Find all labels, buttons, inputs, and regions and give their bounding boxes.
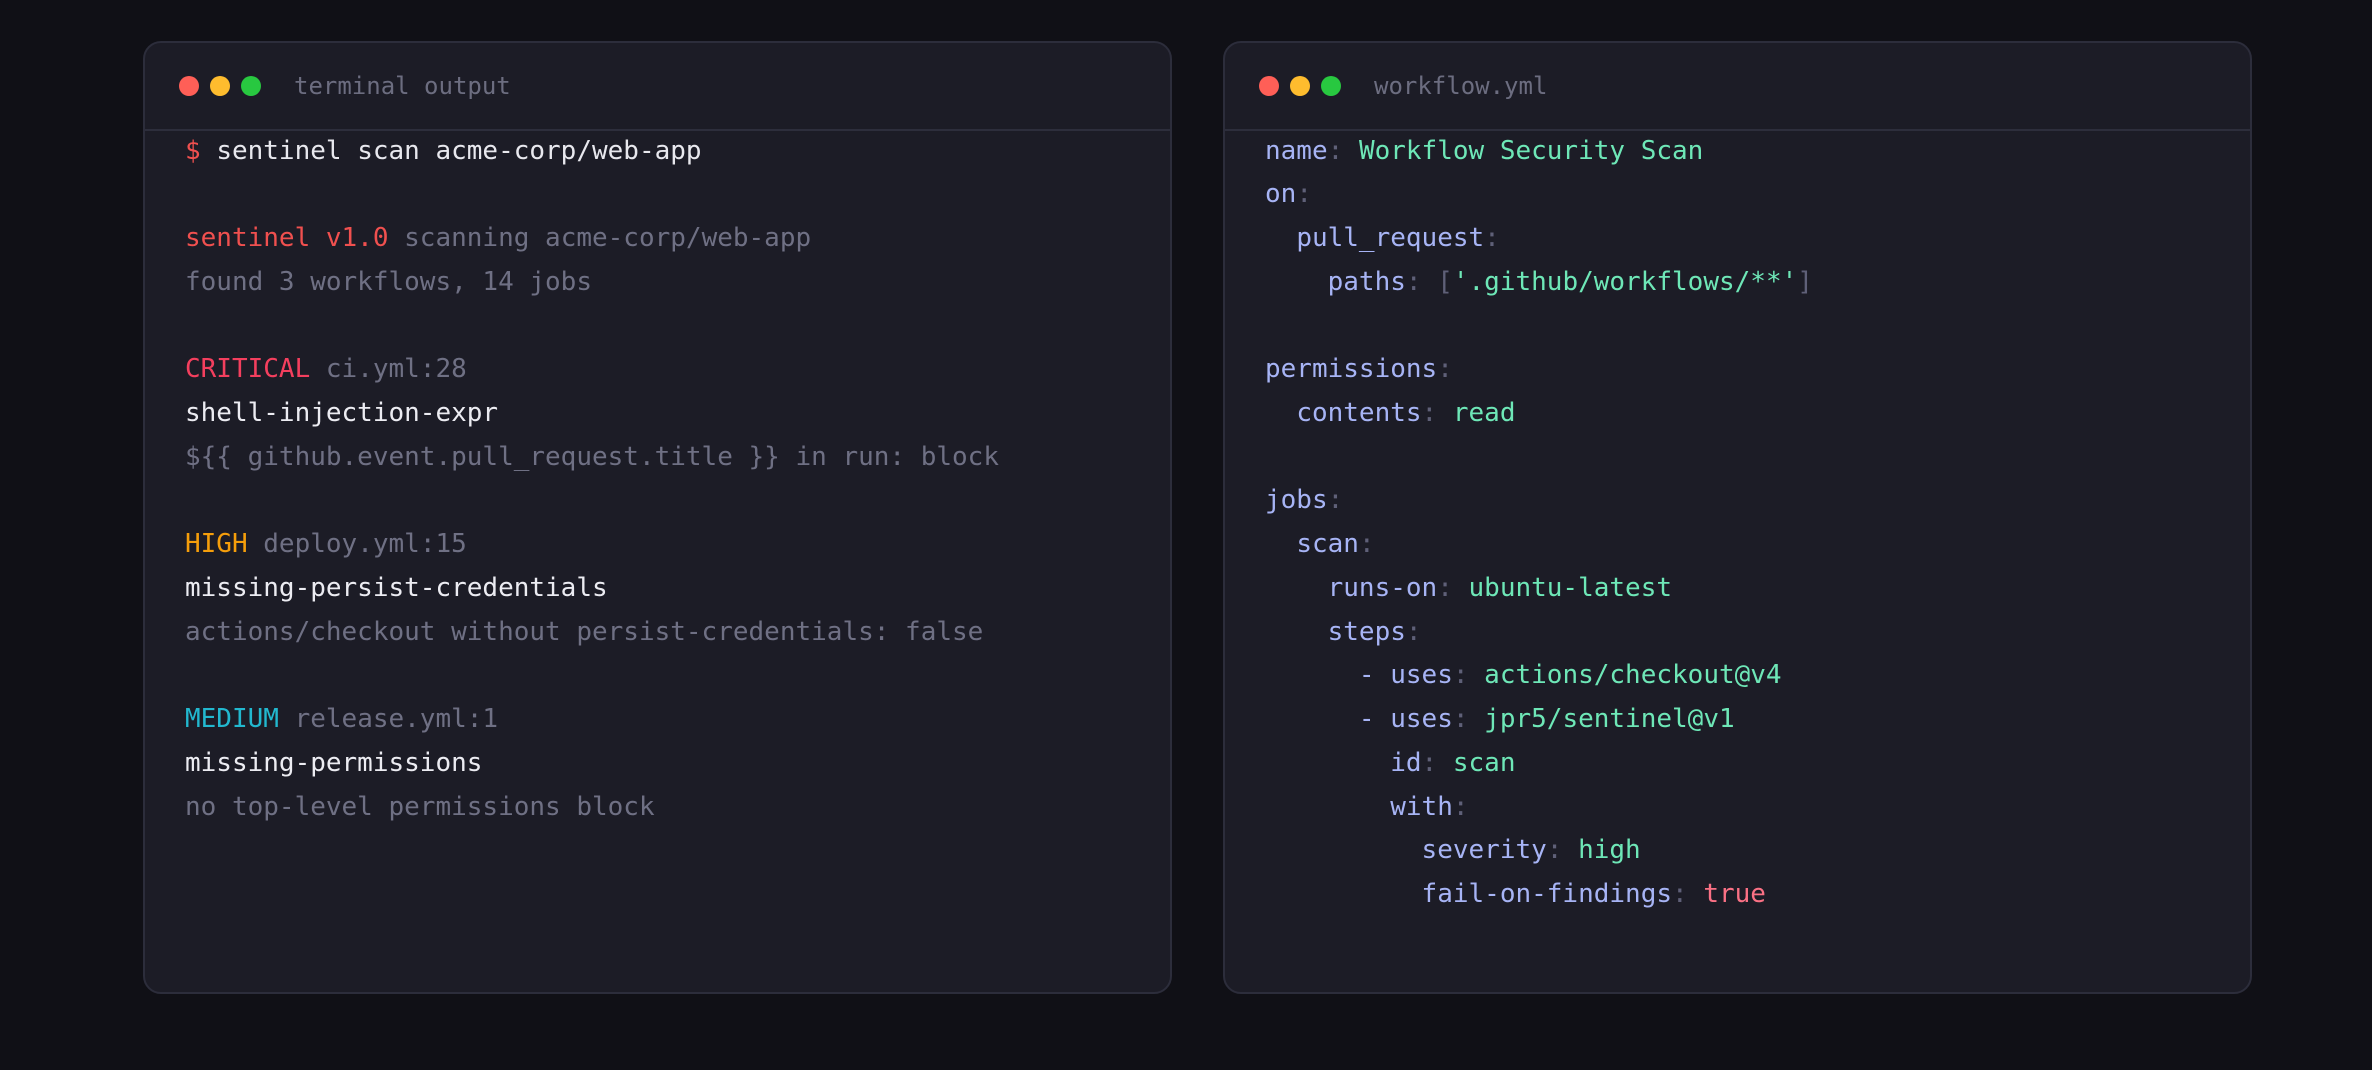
yaml-line: jobs: (1265, 485, 1344, 515)
finding-header: MEDIUM release.yml:1 (185, 698, 498, 742)
editor-titlebar: workflow.yml (1225, 43, 2250, 131)
maximize-button[interactable] (1321, 76, 1341, 96)
close-button[interactable] (179, 76, 199, 96)
banner-text: scanning acme-corp/web-app (404, 223, 812, 253)
finding-rule: missing-permissions (185, 748, 483, 778)
yaml-key: steps (1327, 617, 1406, 647)
yaml-key: runs-on (1327, 573, 1438, 603)
yaml-key: pull_request (1296, 223, 1485, 253)
yaml-line: contents: read (1296, 398, 1516, 428)
yaml-line: permissions: (1265, 354, 1453, 384)
yaml-line: - uses: actions/checkout@v4 (1358, 660, 1782, 690)
yaml-key: on (1265, 179, 1297, 209)
yaml-line: pull_request: (1296, 223, 1500, 253)
finding-detail: ${{ github.event.pull_request.title }} i… (185, 442, 999, 472)
finding-rule: shell-injection-expr (185, 398, 499, 428)
yaml-line: name: Workflow Security Scan (1265, 136, 1704, 166)
yaml-value: scan (1452, 748, 1516, 778)
yaml-value: jpr5/sentinel@v1 (1484, 704, 1735, 734)
severity-badge-critical: CRITICAL (185, 354, 311, 384)
severity-badge-high: HIGH (185, 529, 248, 559)
yaml-value: '.github/workflows/**' (1452, 267, 1798, 297)
minimize-button[interactable] (1290, 76, 1310, 96)
maximize-button[interactable] (241, 76, 261, 96)
yaml-line: steps: (1327, 617, 1422, 647)
terminal-titlebar: terminal output (145, 43, 1170, 131)
yaml-value: ubuntu-latest (1468, 573, 1673, 603)
yaml-line: fail-on-findings: true (1421, 879, 1766, 909)
command-text: sentinel scan acme-corp/web-app (216, 136, 702, 166)
summary-line: found 3 workflows, 14 jobs (185, 267, 592, 297)
yaml-line: id: scan (1390, 748, 1516, 778)
banner-line: sentinel v1.0 scanning acme-corp/web-app (185, 217, 811, 261)
finding-header: CRITICAL ci.yml:28 (185, 348, 467, 392)
terminal-window: terminal output $ sentinel scan acme-cor… (143, 41, 1172, 994)
yaml-key: severity (1421, 835, 1547, 865)
finding-location: ci.yml:28 (325, 354, 467, 384)
yaml-value: Workflow Security Scan (1358, 136, 1704, 166)
finding-location: deploy.yml:15 (263, 529, 467, 559)
yaml-line: runs-on: ubuntu-latest (1327, 573, 1673, 603)
yaml-line: with: (1390, 792, 1469, 822)
yaml-key: with (1390, 792, 1453, 822)
terminal-title: terminal output (294, 72, 511, 100)
yaml-key: fail-on-findings (1421, 879, 1672, 909)
finding-detail: no top-level permissions block (185, 792, 655, 822)
yaml-line: paths: ['.github/workflows/**'] (1327, 267, 1813, 297)
yaml-bool-value: true (1703, 879, 1766, 909)
close-button[interactable] (1259, 76, 1279, 96)
yaml-key: jobs (1265, 485, 1328, 515)
finding-header: HIGH deploy.yml:15 (185, 523, 467, 567)
yaml-key: uses (1390, 660, 1453, 690)
yaml-value: high (1578, 835, 1641, 865)
finding-detail: actions/checkout without persist-credent… (185, 617, 984, 647)
tool-version: sentinel v1.0 (185, 223, 389, 253)
yaml-key: permissions (1265, 354, 1438, 384)
yaml-line: on: (1265, 179, 1312, 209)
yaml-line: - uses: jpr5/sentinel@v1 (1358, 704, 1735, 734)
finding-location: release.yml:1 (294, 704, 499, 734)
editor-title: workflow.yml (1374, 72, 1548, 100)
yaml-key: id (1390, 748, 1422, 778)
yaml-key: scan (1296, 529, 1359, 559)
yaml-key: paths (1327, 267, 1406, 297)
yaml-key: contents (1296, 398, 1422, 428)
yaml-line: severity: high (1421, 835, 1641, 865)
finding-rule: missing-persist-credentials (185, 573, 608, 603)
yaml-value: actions/checkout@v4 (1484, 660, 1782, 690)
yaml-line: scan: (1296, 529, 1375, 559)
yaml-key: uses (1390, 704, 1453, 734)
severity-badge-medium: MEDIUM (185, 704, 279, 734)
minimize-button[interactable] (210, 76, 230, 96)
editor-window: workflow.yml name: Workflow Security Sca… (1223, 41, 2252, 994)
yaml-key: name (1265, 136, 1328, 166)
command-line: $ sentinel scan acme-corp/web-app (185, 130, 702, 174)
yaml-value: read (1452, 398, 1516, 428)
prompt-symbol: $ (185, 136, 201, 166)
